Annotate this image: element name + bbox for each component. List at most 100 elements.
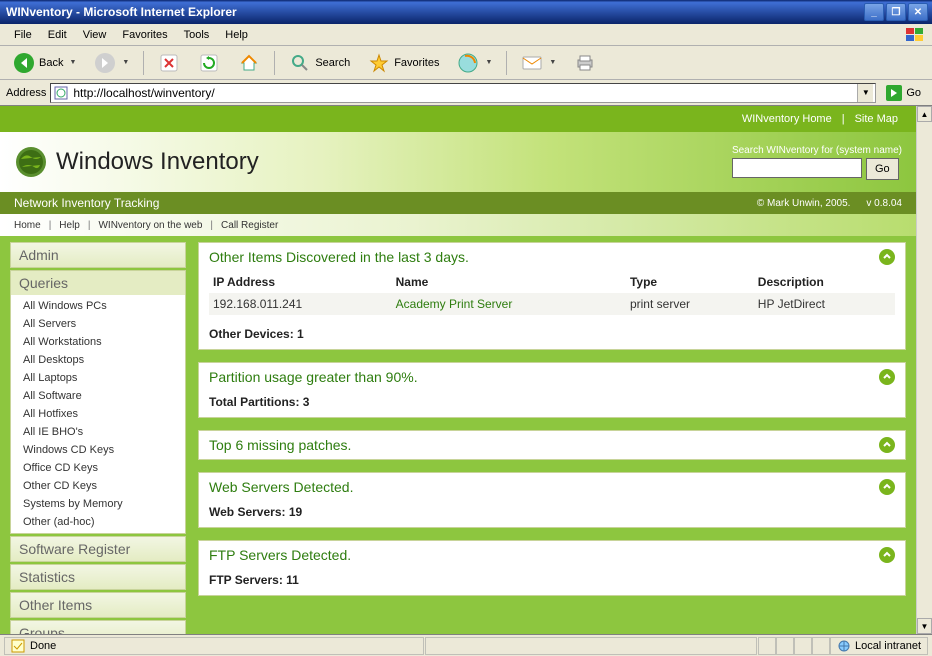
- scroll-up-icon[interactable]: ▲: [917, 106, 932, 122]
- collapse-icon[interactable]: [879, 437, 895, 453]
- version-text: v 0.8.04: [866, 198, 902, 209]
- address-box[interactable]: ▼: [50, 83, 876, 103]
- brand-row: Windows Inventory Search WINventory for …: [0, 132, 916, 192]
- back-button[interactable]: Back ▼: [6, 48, 83, 78]
- panel-other-items-title: Other Items Discovered in the last 3 day…: [209, 249, 879, 265]
- media-button[interactable]: ▼: [450, 48, 499, 78]
- subtitle-text: Network Inventory Tracking: [14, 196, 757, 210]
- ftp-summary: FTP Servers: 11: [199, 569, 905, 595]
- vertical-scrollbar[interactable]: ▲ ▼: [916, 106, 932, 634]
- sidebar-item-systems-by-memory[interactable]: Systems by Memory: [11, 495, 185, 513]
- other-items-table: IP Address Name Type Description 192.168…: [209, 271, 895, 315]
- status-cell: [812, 637, 830, 655]
- sub-nav: Home| Help| WINventory on the web| Call …: [0, 214, 916, 236]
- address-label: Address: [6, 87, 46, 99]
- sidebar-item-all-ie-bho[interactable]: All IE BHO's: [11, 423, 185, 441]
- status-zone-label: Local intranet: [855, 640, 921, 652]
- back-icon: [13, 52, 35, 74]
- search-button[interactable]: Search: [282, 48, 357, 78]
- sidebar-item-other-adhoc[interactable]: Other (ad-hoc): [11, 513, 185, 531]
- sidebar-item-all-software[interactable]: All Software: [11, 387, 185, 405]
- url-dropdown-icon[interactable]: ▼: [857, 84, 873, 102]
- url-input[interactable]: [69, 86, 857, 100]
- favorites-button[interactable]: Favorites: [361, 48, 446, 78]
- sidebar-admin[interactable]: Admin: [11, 243, 185, 267]
- go-icon: [885, 84, 903, 102]
- subnav-call[interactable]: Call Register: [221, 220, 278, 231]
- stop-icon: [158, 52, 180, 74]
- mail-button[interactable]: ▼: [514, 48, 563, 78]
- sidebar-item-office-cd-keys[interactable]: Office CD Keys: [11, 459, 185, 477]
- nav-home-link[interactable]: WINventory Home: [742, 113, 832, 125]
- nav-sitemap-link[interactable]: Site Map: [855, 113, 898, 125]
- sidebar-groups[interactable]: Groups: [11, 621, 185, 634]
- sidebar-statistics[interactable]: Statistics: [11, 565, 185, 589]
- forward-dropdown-icon[interactable]: ▼: [122, 59, 129, 66]
- print-icon: [574, 52, 596, 74]
- col-type: Type: [626, 271, 754, 293]
- window-close-button[interactable]: ✕: [908, 3, 928, 21]
- toolbar-separator: [274, 51, 275, 75]
- menu-view[interactable]: View: [75, 26, 115, 44]
- toolbar-separator: [143, 51, 144, 75]
- status-zone: Local intranet: [830, 637, 928, 655]
- subnav-help[interactable]: Help: [59, 220, 80, 231]
- status-cell: [758, 637, 776, 655]
- stop-button[interactable]: [151, 48, 187, 78]
- collapse-icon[interactable]: [879, 479, 895, 495]
- sidebar-item-all-windows-pcs[interactable]: All Windows PCs: [11, 297, 185, 315]
- go-button[interactable]: Go: [880, 82, 926, 104]
- window-titlebar: WINventory - Microsoft Internet Explorer…: [0, 0, 932, 24]
- status-spacer: [425, 637, 757, 655]
- forward-button[interactable]: ▼: [87, 48, 136, 78]
- site-top-nav: WINventory Home | Site Map: [0, 106, 916, 132]
- print-button[interactable]: [567, 48, 603, 78]
- subnav-home[interactable]: Home: [14, 220, 41, 231]
- collapse-icon[interactable]: [879, 369, 895, 385]
- search-input[interactable]: [732, 158, 862, 178]
- refresh-button[interactable]: [191, 48, 227, 78]
- sidebar-item-windows-cd-keys[interactable]: Windows CD Keys: [11, 441, 185, 459]
- cell-name-link[interactable]: Academy Print Server: [392, 293, 626, 315]
- home-button[interactable]: [231, 48, 267, 78]
- window-minimize-button[interactable]: _: [864, 3, 884, 21]
- sidebar-item-all-desktops[interactable]: All Desktops: [11, 351, 185, 369]
- back-button-label: Back: [39, 57, 63, 69]
- sidebar-item-all-workstations[interactable]: All Workstations: [11, 333, 185, 351]
- collapse-icon[interactable]: [879, 249, 895, 265]
- refresh-icon: [198, 52, 220, 74]
- collapse-icon[interactable]: [879, 547, 895, 563]
- sidebar-queries-head[interactable]: Queries: [11, 271, 185, 295]
- menu-tools[interactable]: Tools: [176, 26, 218, 44]
- menu-edit[interactable]: Edit: [40, 26, 75, 44]
- back-dropdown-icon[interactable]: ▼: [69, 59, 76, 66]
- sidebar-software-register[interactable]: Software Register: [11, 537, 185, 561]
- sidebar-other-items[interactable]: Other Items: [11, 593, 185, 617]
- sidebar-item-other-cd-keys[interactable]: Other CD Keys: [11, 477, 185, 495]
- cell-desc: HP JetDirect: [754, 293, 895, 315]
- subnav-web[interactable]: WINventory on the web: [98, 220, 202, 231]
- sidebar-item-all-laptops[interactable]: All Laptops: [11, 369, 185, 387]
- address-bar: Address ▼ Go: [0, 80, 932, 106]
- search-go-button[interactable]: Go: [866, 158, 899, 180]
- panels: Other Items Discovered in the last 3 day…: [198, 242, 906, 634]
- panel-patches: Top 6 missing patches.: [198, 430, 906, 460]
- favorites-button-label: Favorites: [394, 57, 439, 69]
- menu-file[interactable]: File: [6, 26, 40, 44]
- main-content: Admin Queries All Windows PCs All Server…: [0, 236, 916, 634]
- intranet-icon: [837, 639, 851, 653]
- window-restore-button[interactable]: ❐: [886, 3, 906, 21]
- sidebar-item-all-servers[interactable]: All Servers: [11, 315, 185, 333]
- windows-flag-icon: [904, 26, 926, 44]
- col-desc: Description: [754, 271, 895, 293]
- done-icon: [11, 639, 25, 653]
- mail-dropdown-icon[interactable]: ▼: [549, 59, 556, 66]
- sidebar-item-all-hotfixes[interactable]: All Hotfixes: [11, 405, 185, 423]
- cell-type: print server: [626, 293, 754, 315]
- nav-separator: |: [842, 113, 845, 125]
- menu-favorites[interactable]: Favorites: [114, 26, 175, 44]
- scroll-down-icon[interactable]: ▼: [917, 618, 932, 634]
- status-cell: [776, 637, 794, 655]
- media-dropdown-icon[interactable]: ▼: [485, 59, 492, 66]
- menu-help[interactable]: Help: [217, 26, 256, 44]
